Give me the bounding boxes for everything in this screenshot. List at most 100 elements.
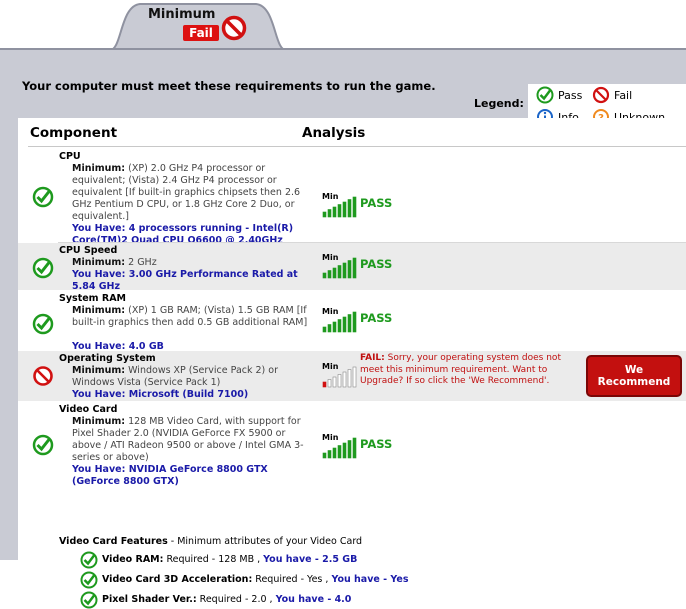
pass-result: PASS bbox=[360, 196, 393, 210]
feature-name: Video RAM: bbox=[102, 554, 164, 565]
tab-status-badge: Fail bbox=[183, 25, 219, 41]
meter-bar bbox=[342, 316, 347, 333]
meter-bars bbox=[322, 437, 357, 459]
requirement-row-cpu-speed: CPU Speed Minimum: 2 GHz You Have: 3.00 … bbox=[18, 243, 686, 292]
minimum-label: Minimum: bbox=[72, 416, 126, 427]
minimum-requirement: Minimum: (XP) 1 GB RAM; (Vista) 1.5 GB R… bbox=[72, 305, 316, 329]
intro-text: Your computer must meet these requiremen… bbox=[22, 79, 436, 93]
meter-bar bbox=[352, 311, 357, 333]
meter-bar bbox=[327, 450, 332, 459]
meter-bar bbox=[342, 201, 347, 218]
tab-title: Minimum bbox=[148, 7, 216, 22]
pass-check-icon bbox=[32, 313, 54, 335]
minimum-requirement: Minimum: (XP) 2.0 GHz P4 processor or eq… bbox=[72, 163, 316, 223]
legend-fail-label: Fail bbox=[614, 89, 633, 102]
features-title: Video Card Features bbox=[59, 536, 168, 547]
fail-icon bbox=[33, 366, 53, 386]
requirement-row-video-card: Video Card Minimum: 128 MB Video Card, w… bbox=[18, 402, 686, 488]
meter-bar bbox=[327, 209, 332, 218]
meter-bars bbox=[322, 366, 357, 388]
minimum-requirement: Minimum: Windows XP (Service Pack 2) or … bbox=[72, 365, 316, 389]
you-have-text: You Have: NVIDIA GeForce 8800 GTX (GeFor… bbox=[72, 464, 268, 487]
meter-bar bbox=[332, 206, 337, 218]
meter-bar bbox=[342, 442, 347, 459]
fail-icon bbox=[592, 86, 610, 104]
pass-check-icon bbox=[536, 86, 554, 104]
meter-bars bbox=[322, 196, 357, 218]
meter-bar bbox=[347, 199, 352, 218]
meter-bar bbox=[347, 314, 352, 333]
meter-bar bbox=[332, 447, 337, 459]
meter-bar bbox=[322, 326, 327, 333]
pass-check-icon bbox=[80, 591, 98, 609]
meter-bar bbox=[337, 445, 342, 459]
pass-check-icon bbox=[80, 571, 98, 589]
legend-pass-label: Pass bbox=[558, 89, 583, 102]
meter-bar bbox=[322, 272, 327, 279]
performance-meter: Min bbox=[322, 192, 358, 218]
features-subtitle: - Minimum attributes of your Video Card bbox=[167, 536, 363, 547]
feature-have: You have - Yes bbox=[331, 574, 409, 585]
requirements-table: Component Analysis CPU Minimum: (XP) 2.0… bbox=[18, 118, 686, 609]
pass-result: PASS bbox=[360, 437, 393, 451]
feature-required: Required - 2.0 , bbox=[199, 594, 273, 605]
performance-meter: Min bbox=[322, 307, 358, 333]
minimum-text: 2 GHz bbox=[128, 257, 157, 268]
meter-bar bbox=[322, 381, 327, 388]
you-have-text: You Have: Microsoft (Build 7100) bbox=[72, 389, 249, 400]
tab-shape bbox=[0, 3, 686, 52]
performance-meter: Min bbox=[322, 433, 358, 459]
meter-bar bbox=[342, 371, 347, 388]
component-title: System RAM bbox=[59, 293, 127, 304]
header-divider bbox=[28, 146, 686, 147]
component-title: Video Card bbox=[59, 404, 118, 415]
fail-message: FAIL: Sorry, your operating system does … bbox=[360, 353, 572, 388]
feature-have: You have - 2.5 GB bbox=[263, 554, 358, 565]
meter-bars bbox=[322, 311, 357, 333]
we-recommend-button[interactable]: We Recommend bbox=[586, 355, 682, 397]
feature-name: Pixel Shader Ver.: bbox=[102, 594, 197, 605]
meter-bar bbox=[352, 366, 357, 388]
component-title: CPU Speed bbox=[59, 245, 118, 256]
fail-icon bbox=[221, 15, 247, 41]
fail-label: FAIL: bbox=[360, 353, 385, 363]
meter-bar bbox=[332, 267, 337, 279]
meter-bar bbox=[347, 369, 352, 388]
video-card-features-heading: Video Card Features - Minimum attributes… bbox=[59, 536, 362, 547]
meter-bar bbox=[352, 437, 357, 459]
minimum-label: Minimum: bbox=[72, 365, 126, 376]
meter-bars bbox=[322, 257, 357, 279]
pass-check-icon bbox=[32, 434, 54, 456]
meter-bar bbox=[347, 440, 352, 459]
pass-check-icon bbox=[32, 257, 54, 279]
requirements-panel: Your computer must meet these requiremen… bbox=[0, 48, 686, 609]
performance-meter: Min bbox=[322, 253, 358, 279]
minimum-label: Minimum: bbox=[72, 305, 126, 316]
meter-bar bbox=[347, 260, 352, 279]
result-tab: Minimum Fail bbox=[0, 0, 686, 52]
component-title: Operating System bbox=[59, 353, 156, 364]
requirement-row-cpu: CPU Minimum: (XP) 2.0 GHz P4 processor o… bbox=[18, 148, 686, 246]
component-header: Component bbox=[30, 125, 118, 141]
pass-result: PASS bbox=[360, 257, 393, 271]
pass-check-icon bbox=[80, 551, 98, 569]
feature-name: Video Card 3D Acceleration: bbox=[102, 574, 253, 585]
meter-bar bbox=[327, 324, 332, 333]
meter-bar bbox=[327, 270, 332, 279]
requirement-row-operating-system: Operating System Minimum: Windows XP (Se… bbox=[18, 351, 686, 401]
fail-text: Sorry, your operating system does not me… bbox=[360, 353, 561, 386]
analysis-header: Analysis bbox=[302, 125, 366, 141]
component-title: CPU bbox=[59, 151, 81, 162]
legend-title: Legend: bbox=[474, 97, 524, 110]
meter-bar bbox=[352, 196, 357, 218]
minimum-requirement: Minimum: 2 GHz bbox=[72, 257, 316, 269]
minimum-label: Minimum: bbox=[72, 257, 126, 268]
meter-bar bbox=[337, 265, 342, 279]
meter-bar bbox=[337, 204, 342, 218]
minimum-requirement: Minimum: 128 MB Video Card, with support… bbox=[72, 416, 316, 464]
meter-bar bbox=[337, 319, 342, 333]
meter-bar bbox=[322, 452, 327, 459]
you-have-text: You Have: 3.00 GHz Performance Rated at … bbox=[72, 269, 298, 292]
meter-bar bbox=[327, 379, 332, 388]
feature-have: You have - 4.0 bbox=[275, 594, 352, 605]
